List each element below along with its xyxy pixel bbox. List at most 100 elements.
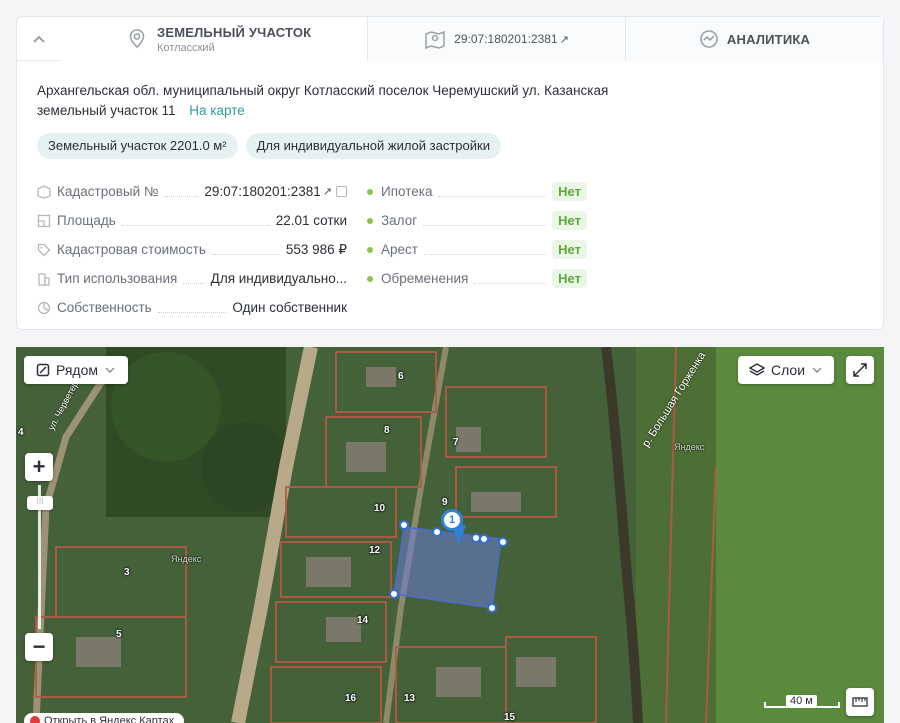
building-icon: [37, 272, 51, 286]
property-label: Кадастровый №: [57, 184, 159, 199]
tab-analytics[interactable]: АНАЛИТИКА: [625, 17, 883, 61]
flag-label: Арест: [381, 242, 418, 257]
tag-list: Земельный участок 2201.0 м² Для индивиду…: [37, 133, 501, 159]
dotted-leader: [474, 274, 547, 284]
plot-number-label: 8: [384, 425, 390, 436]
property-label: Площадь: [57, 213, 116, 228]
zoom-in-button[interactable]: +: [25, 453, 53, 481]
address-text: Архангельская обл. муниципальный округ К…: [37, 83, 609, 118]
ruler-icon: [852, 697, 868, 707]
fullscreen-button[interactable]: [846, 356, 874, 384]
external-link-icon[interactable]: ↗: [323, 185, 332, 198]
analytics-icon: [700, 30, 718, 48]
external-link-icon: ↗: [559, 33, 569, 46]
tag-area: Земельный участок 2201.0 м²: [37, 133, 238, 159]
plot-marker[interactable]: 1: [441, 509, 463, 531]
plot-number-label: 4: [18, 427, 24, 438]
layers-button[interactable]: Слои: [738, 356, 834, 384]
dotted-leader: [211, 245, 280, 255]
property-row: Кадастровая стоимость 553 986 ₽: [37, 235, 347, 264]
nearby-button[interactable]: Рядом: [24, 356, 128, 384]
zoom-out-button[interactable]: −: [25, 633, 53, 661]
yandex-watermark: Яндекс: [674, 442, 705, 452]
chevron-up-icon: [33, 35, 45, 43]
open-in-yandex-maps[interactable]: Открыть в Яндекс Картах: [24, 713, 185, 723]
tab-parcel-title: ЗЕМЕЛЬНЫЙ УЧАСТОК: [157, 24, 312, 40]
plot-number-label: 12: [369, 545, 381, 556]
status-badge: Нет: [552, 240, 587, 259]
usage-type-value: Для индивидуально...: [210, 271, 347, 286]
copy-icon[interactable]: [336, 186, 347, 197]
tab-parcel[interactable]: ЗЕМЕЛЬНЫЙ УЧАСТОК Котласский: [61, 17, 367, 61]
map-scale: 40 м: [764, 692, 840, 712]
flag-label: Обременения: [381, 271, 469, 286]
chevron-down-icon: [105, 367, 115, 374]
ownership-icon: [37, 301, 51, 315]
property-label: Собственность: [57, 300, 152, 315]
property-list: Кадастровый № 29:07:180201:2381 ↗ Площад…: [37, 177, 347, 322]
tag-usage: Для индивидуальной жилой застройки: [245, 133, 501, 159]
tab-parcel-subtitle: Котласский: [157, 41, 215, 54]
parcel-info-card: ЗЕМЕЛЬНЫЙ УЧАСТОК Котласский 29:07:18020…: [16, 16, 884, 330]
flag-arrest: Арест Нет: [367, 235, 587, 264]
scale-label: 40 м: [786, 695, 817, 707]
property-label: Кадастровая стоимость: [57, 242, 206, 257]
dotted-leader: [183, 274, 205, 284]
zoom-slider-handle[interactable]: ⁝⁝⁝: [27, 496, 53, 510]
chevron-down-icon: [812, 367, 822, 374]
status-dot: [367, 275, 373, 282]
collapse-button[interactable]: [17, 17, 61, 61]
area-icon: [37, 214, 51, 228]
dotted-leader: [121, 216, 270, 226]
satellite-imagery: [16, 347, 884, 723]
status-badge: Нет: [552, 269, 587, 288]
tab-cadastral-label: 29:07:180201:2381: [454, 32, 558, 46]
encumbrance-list: Ипотека Нет Залог Нет Арест Нет Обремене…: [367, 177, 587, 293]
property-row: Площадь 22.01 сотки: [37, 206, 347, 235]
ruler-button[interactable]: [846, 688, 874, 716]
square-compass-icon: [36, 363, 50, 377]
area-value: 22.01 сотки: [275, 213, 347, 228]
satellite-map[interactable]: 6 8 7 9 10 12 14 16 13 4 5 3 15 ул. Черв…: [16, 347, 884, 723]
yandex-watermark: Яндекс: [171, 554, 202, 564]
price-tag-icon: [37, 243, 51, 257]
property-row: Тип использования Для индивидуально...: [37, 264, 347, 293]
plus-icon: +: [32, 454, 46, 479]
map-pin-icon: [425, 30, 445, 49]
dotted-leader: [438, 187, 547, 197]
on-map-link[interactable]: На карте: [189, 103, 244, 118]
flag-pledge: Залог Нет: [367, 206, 587, 235]
plot-number-label: 15: [504, 712, 516, 723]
cadastral-number-value[interactable]: 29:07:180201:2381: [204, 184, 320, 199]
flag-mortgage: Ипотека Нет: [367, 177, 587, 206]
cadastral-cost-value: 553 986 ₽: [285, 241, 347, 257]
location-pin-icon: [129, 29, 145, 49]
tab-cadastral-number[interactable]: 29:07:180201:2381 ↗: [367, 17, 625, 61]
dotted-leader: [157, 303, 227, 313]
plot-number-label: 9: [442, 497, 448, 508]
flag-encumbrance: Обременения Нет: [367, 264, 587, 293]
status-dot: [367, 188, 373, 195]
plot-number-label: 6: [398, 371, 404, 382]
status-dot: [367, 217, 373, 224]
nearby-label: Рядом: [55, 362, 99, 378]
tab-bar: ЗЕМЕЛЬНЫЙ УЧАСТОК Котласский 29:07:18020…: [17, 17, 883, 61]
plot-number-label: 10: [374, 503, 386, 514]
status-dot: [367, 246, 373, 253]
status-badge: Нет: [552, 182, 587, 201]
plot-number-label: 5: [116, 629, 122, 640]
ownership-value: Один собственник: [232, 300, 347, 315]
address: Архангельская обл. муниципальный округ К…: [37, 81, 667, 121]
cadastre-icon: [37, 184, 51, 199]
plot-number-label: 16: [345, 693, 357, 704]
minus-icon: −: [32, 634, 46, 659]
layers-icon: [748, 363, 765, 376]
tab-analytics-label: АНАЛИТИКА: [726, 31, 811, 47]
property-row: Кадастровый № 29:07:180201:2381 ↗: [37, 177, 347, 206]
layers-label: Слои: [770, 362, 806, 378]
plot-number-label: 3: [124, 567, 130, 578]
property-row: Собственность Один собственник: [37, 293, 347, 322]
plot-number-label: 13: [404, 693, 416, 704]
flag-label: Ипотека: [381, 184, 433, 199]
dotted-leader: [423, 216, 547, 226]
